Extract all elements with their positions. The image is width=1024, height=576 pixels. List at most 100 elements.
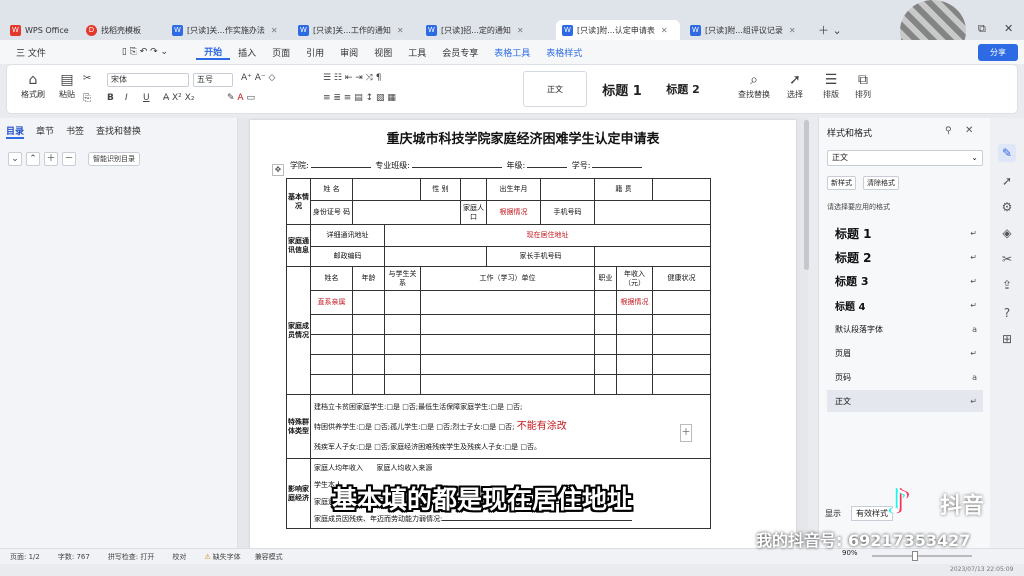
smart-toc-button[interactable]: 智能识别目录 — [88, 152, 140, 166]
table-cell[interactable] — [420, 354, 595, 375]
close-icon[interactable]: ✕ — [271, 26, 278, 35]
table-cell[interactable] — [652, 290, 712, 315]
table-cell[interactable] — [310, 354, 353, 375]
postcode-cell[interactable] — [384, 246, 487, 267]
share-icon[interactable]: ⇪ — [998, 276, 1016, 294]
pen-icon[interactable]: ✎ — [998, 144, 1016, 162]
tab-doc-3[interactable]: W [只读]招...定的通知 ✕ — [420, 20, 552, 40]
menu-review[interactable]: 审阅 — [332, 46, 366, 59]
menu-table-tools[interactable]: 表格工具 — [486, 46, 538, 59]
menu-home[interactable]: 开始 — [196, 45, 231, 60]
table-cell[interactable] — [652, 354, 712, 375]
address-cell[interactable]: 现在居住地址 — [383, 224, 712, 247]
table-cell[interactable] — [384, 374, 421, 395]
strike-icon[interactable]: A̶ X² X₂ — [163, 93, 194, 103]
document-scrollbar[interactable] — [804, 120, 809, 270]
align-icon[interactable]: ≡ ≣ ≡ ▤ ↕ ▧ ▦ — [323, 93, 396, 103]
menu-member[interactable]: 会员专享 — [434, 46, 486, 59]
remove-icon[interactable]: － — [62, 152, 76, 166]
close-icon[interactable]: ✕ — [965, 125, 973, 136]
table-cell[interactable] — [384, 354, 421, 375]
table-add-column-icon[interactable]: ＋ — [680, 424, 692, 442]
close-window-icon[interactable]: ✕ — [1004, 22, 1013, 35]
close-icon[interactable]: ✕ — [397, 26, 404, 35]
native-cell[interactable] — [652, 178, 712, 201]
cut-icon[interactable]: ✂ — [83, 73, 91, 84]
table-cell[interactable] — [652, 374, 712, 395]
pin-icon[interactable]: ⚲ — [945, 126, 952, 136]
show-style-select[interactable]: 有效样式 — [851, 506, 893, 521]
select-button[interactable]: ➚ 选择 — [775, 71, 815, 100]
bold-icon[interactable]: B — [107, 93, 114, 103]
italic-icon[interactable]: I — [125, 93, 128, 103]
gender-cell[interactable] — [460, 178, 487, 201]
missing-font-status[interactable]: ⚠ 缺失字体 — [204, 552, 240, 562]
underline-icon[interactable]: U — [143, 93, 150, 103]
table-cell[interactable] — [420, 374, 595, 395]
nav-tab-find-replace[interactable]: 查找和替换 — [96, 124, 141, 139]
table-cell[interactable] — [310, 334, 353, 355]
menu-view[interactable]: 视图 — [366, 46, 400, 59]
restore-window-icon[interactable]: ⧉ — [978, 22, 986, 36]
table-cell[interactable] — [594, 290, 617, 315]
new-tab-icon[interactable]: ＋ ⌄ — [818, 22, 842, 38]
table-cell[interactable] — [352, 290, 385, 315]
style-item-header[interactable]: 页眉 ↵ — [827, 342, 983, 364]
proofread-button[interactable]: 校对 — [172, 552, 186, 562]
birth-cell[interactable] — [540, 178, 595, 201]
table-cell[interactable] — [420, 290, 595, 315]
find-replace-button[interactable]: ⌕ 查找替换 — [727, 71, 781, 100]
table-cell[interactable] — [420, 314, 595, 335]
word-count[interactable]: 字数: 767 — [58, 552, 90, 562]
new-style-button[interactable]: 新样式 — [827, 176, 856, 190]
close-icon[interactable]: ✕ — [661, 26, 668, 35]
zoom-slider[interactable] — [872, 555, 972, 557]
income-note[interactable]: 根据情况 — [615, 290, 654, 315]
table-cell[interactable] — [420, 334, 595, 355]
table-cell[interactable] — [594, 314, 617, 335]
tab-wps-office[interactable]: W WPS Office — [4, 20, 76, 40]
table-cell[interactable] — [384, 334, 421, 355]
table-cell[interactable] — [310, 314, 353, 335]
table-cell[interactable] — [615, 314, 654, 335]
style-normal[interactable]: 正文 — [523, 71, 587, 107]
close-icon[interactable]: ✕ — [517, 26, 524, 35]
style-item-default-font[interactable]: 默认段落字体 a — [827, 318, 983, 340]
nav-tab-bookmark[interactable]: 书签 — [66, 124, 84, 139]
table-cell[interactable] — [594, 334, 617, 355]
table-cell[interactable] — [594, 374, 617, 395]
style-item-heading2[interactable]: 标题 2 ↵ — [827, 246, 983, 268]
tab-docer[interactable]: D 找稻壳模板 — [80, 20, 162, 40]
household-note[interactable]: 根据情况 — [486, 200, 541, 225]
paste-button[interactable]: ▤ 粘贴 — [47, 71, 87, 100]
help-icon[interactable]: ? — [998, 304, 1016, 322]
table-cell[interactable] — [615, 354, 654, 375]
tab-doc-active[interactable]: W [只读]附...认定申请表 ✕ — [556, 20, 680, 40]
font-color-icon[interactable]: ✎ A ▭ — [227, 93, 255, 103]
member-row-note[interactable]: 直系亲属 — [310, 290, 353, 315]
add-icon[interactable]: ＋ — [44, 152, 58, 166]
style-item-normal[interactable]: 正文 ↵ — [827, 390, 983, 412]
style-heading1[interactable]: 标题 1 — [589, 71, 655, 107]
table-move-handle-icon[interactable]: ✥ — [272, 164, 284, 176]
table-cell[interactable] — [652, 334, 712, 355]
tab-doc-1[interactable]: W [只读]关...作实施办法 ✕ — [166, 20, 288, 40]
table-cell[interactable] — [615, 334, 654, 355]
share-button[interactable]: 分享 — [978, 44, 1018, 61]
table-cell[interactable] — [352, 354, 385, 375]
collapse-icon[interactable]: ⌄ — [8, 152, 22, 166]
name-cell[interactable] — [352, 178, 421, 201]
phone-cell[interactable] — [593, 200, 712, 225]
shape-icon[interactable]: ◈ — [998, 224, 1016, 242]
nav-tab-toc[interactable]: 目录 — [6, 124, 25, 139]
style-item-heading4[interactable]: 标题 4 ↵ — [827, 294, 983, 316]
grow-font-icon[interactable]: A⁺ A⁻ ◇ — [241, 73, 275, 83]
id-cell[interactable] — [352, 200, 461, 225]
style-item-page-number[interactable]: 页码 a — [827, 366, 983, 388]
clear-format-button[interactable]: 清除格式 — [863, 176, 899, 190]
table-cell[interactable] — [352, 374, 385, 395]
tab-doc-5[interactable]: W [只读]附...组评议记录 ✕ — [684, 20, 810, 40]
menu-insert[interactable]: 插入 — [230, 46, 264, 59]
table-cell[interactable] — [652, 314, 712, 335]
sliders-icon[interactable]: ⚙ — [998, 198, 1016, 216]
